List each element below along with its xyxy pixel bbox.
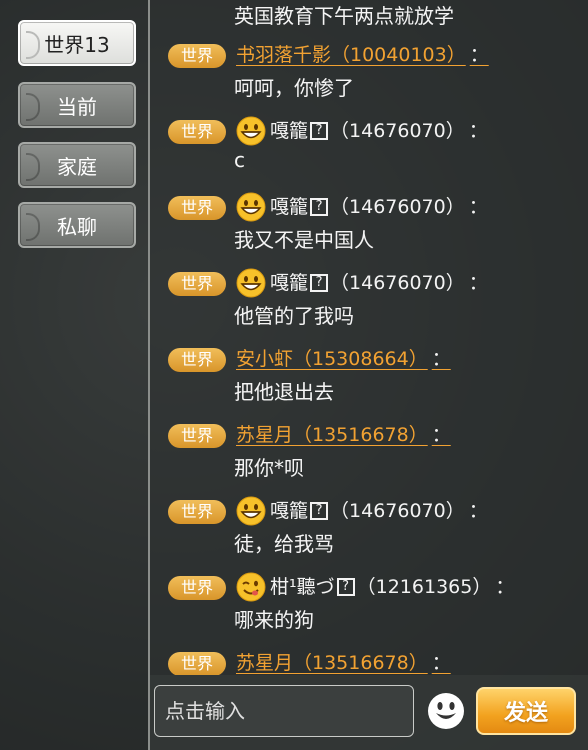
tab-label: 私聊 — [57, 214, 97, 239]
sender-colon: ： — [431, 652, 451, 674]
chat-message: 世界 柑¹聽づ? （12161365）：哪来的狗 — [150, 558, 588, 634]
tab-family[interactable]: 家庭 — [18, 142, 136, 188]
chat-input-field[interactable] — [154, 685, 414, 737]
channel-tab-panel: 世界13 当前 家庭 私聊 — [0, 0, 148, 750]
unknown-glyph-icon: ? — [336, 578, 355, 596]
message-text: 把他退出去 — [234, 380, 334, 404]
tab-private-chat[interactable]: 私聊 — [18, 202, 136, 248]
grin-emoji-icon — [236, 496, 266, 526]
sender-id: （12161365） — [356, 576, 492, 598]
sender-name: 嘎籠 — [270, 272, 309, 294]
sender-name: 嘎籠 — [270, 120, 309, 142]
chat-message: 世界 苏星月（13516678）： 那你*呗 — [150, 406, 588, 482]
grin-emoji-icon — [236, 192, 266, 222]
sender-name: 苏星月（13516678） — [236, 652, 428, 674]
channel-badge: 世界 — [168, 424, 226, 448]
message-sender[interactable]: 安小虾（15308664）： — [236, 344, 451, 374]
sender-name: 苏星月（13516678） — [236, 424, 428, 446]
unknown-glyph-icon: ? — [310, 502, 329, 520]
tab-label: 世界13 — [44, 32, 110, 57]
channel-badge: 世界 — [168, 120, 226, 144]
unknown-glyph-icon: ? — [310, 274, 329, 292]
message-text: 徒，给我骂 — [234, 532, 334, 556]
chat-message: 世界 苏星月（13516678）： — [150, 634, 588, 675]
message-sender[interactable]: 苏星月（13516678）： — [236, 648, 451, 675]
message-sender[interactable]: 书羽落千影（10040103）： — [236, 40, 489, 70]
tab-label: 当前 — [57, 94, 97, 119]
grin-emoji-icon — [236, 268, 266, 298]
message-text: 英国教育下午两点就放学 — [234, 4, 454, 28]
chat-message: 世界 书羽落千影（10040103）： 呵呵，你惨了 — [150, 26, 588, 102]
tab-current[interactable]: 当前 — [18, 82, 136, 128]
chat-message: 世界 嘎籠? （14676070）：徒，给我骂 — [150, 482, 588, 558]
channel-badge: 世界 — [168, 348, 226, 372]
chat-message: 世界 嘎籠? （14676070）：他管的了我吗 — [150, 254, 588, 330]
sender-id: （14676070） — [330, 196, 465, 218]
sender-id: （14676070） — [330, 120, 465, 142]
smiley-face-icon[interactable] — [426, 691, 466, 731]
sender-name: 嘎籠 — [270, 196, 309, 218]
chat-message: 世界 嘎籠? （14676070）： c — [150, 102, 588, 178]
message-text: c — [234, 148, 245, 172]
sender-colon: ： — [469, 44, 489, 66]
channel-badge: 世界 — [168, 272, 226, 296]
sender-colon: ： — [495, 576, 515, 598]
sender-colon: ： — [468, 272, 488, 294]
chat-message: 世界 安小虾（15308664）： 把他退出去 — [150, 330, 588, 406]
tab-world[interactable]: 世界13 — [18, 20, 136, 66]
sender-colon: ： — [468, 120, 488, 142]
tab-indicator — [26, 93, 40, 121]
sender-name: 书羽落千影（10040103） — [236, 44, 466, 66]
channel-badge: 世界 — [168, 576, 226, 600]
chat-input-bar: 发送 — [148, 675, 588, 750]
sender-colon: ： — [468, 500, 488, 522]
sender-colon: ： — [431, 348, 451, 370]
message-list: 英国教育下午两点就放学 世界 书羽落千影（10040103）：呵呵，你惨了 世界 嘎籠?… — [150, 0, 588, 675]
message-sender[interactable]: 苏星月（13516678）： — [236, 420, 451, 450]
unknown-glyph-icon: ? — [310, 198, 329, 216]
message-text: 呵呵，你惨了 — [234, 76, 354, 100]
wink-emoji-icon — [236, 572, 266, 602]
sender-name: 柑¹聽づ — [270, 576, 335, 598]
channel-badge: 世界 — [168, 500, 226, 524]
message-sender: 柑¹聽づ? （12161365）： — [236, 572, 514, 602]
tab-label: 家庭 — [57, 154, 97, 179]
sender-id: （14676070） — [330, 272, 465, 294]
sender-id: （14676070） — [330, 500, 465, 522]
send-button[interactable]: 发送 — [476, 687, 576, 735]
message-sender: 嘎籠? （14676070）： — [236, 192, 488, 222]
unknown-glyph-icon: ? — [310, 122, 329, 140]
chat-message-area[interactable]: 英国教育下午两点就放学 世界 书羽落千影（10040103）：呵呵，你惨了 世界 嘎籠?… — [148, 0, 588, 675]
tab-indicator — [26, 213, 40, 241]
message-text: 那你*呗 — [234, 456, 304, 480]
grin-emoji-icon — [236, 116, 266, 146]
chat-message: 英国教育下午两点就放学 — [150, 0, 588, 28]
sender-name: 嘎籠 — [270, 500, 309, 522]
channel-badge: 世界 — [168, 196, 226, 220]
message-text: 他管的了我吗 — [234, 304, 354, 328]
channel-badge: 世界 — [168, 44, 226, 68]
message-text: 哪来的狗 — [234, 608, 314, 632]
sender-colon: ： — [431, 424, 451, 446]
sender-name: 安小虾（15308664） — [236, 348, 428, 370]
chat-message: 世界 嘎籠? （14676070）：我又不是中国人 — [150, 178, 588, 254]
tab-indicator — [26, 31, 40, 59]
channel-badge: 世界 — [168, 652, 226, 675]
message-sender: 嘎籠? （14676070）： — [236, 268, 488, 298]
tab-indicator — [26, 153, 40, 181]
message-text: 我又不是中国人 — [234, 228, 374, 252]
sender-colon: ： — [468, 196, 488, 218]
message-sender: 嘎籠? （14676070）： — [236, 116, 488, 146]
message-sender: 嘎籠? （14676070）： — [236, 496, 488, 526]
